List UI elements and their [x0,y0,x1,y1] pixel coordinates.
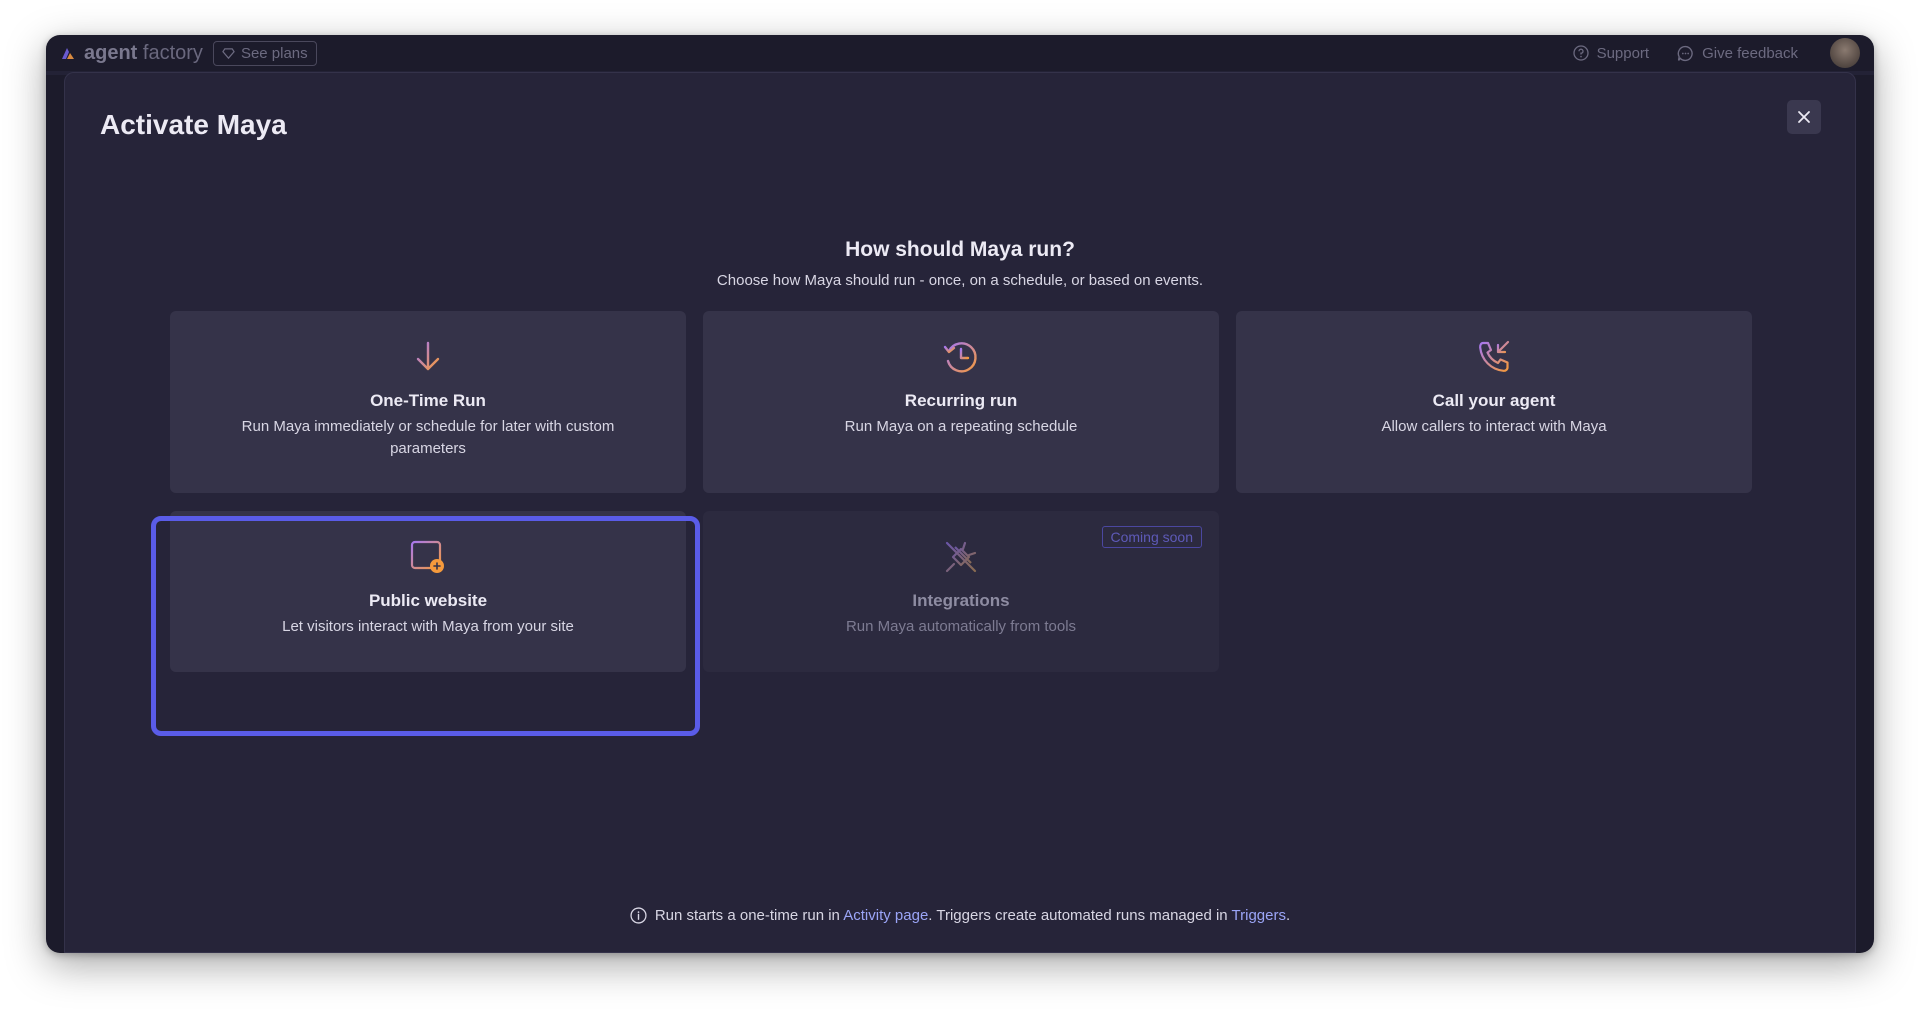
support-label: Support [1596,44,1650,62]
card-title: One-Time Run [370,391,486,410]
card-title: Recurring run [904,391,1018,410]
card-title: Call your agent [1432,391,1556,410]
brand[interactable]: agent factory [60,42,203,65]
activity-page-link[interactable]: Activity page [843,907,928,924]
website-browser-icon [410,540,444,573]
help-circle-icon [1572,45,1589,61]
footer-text-part1: Run starts a one-time run in [654,907,844,924]
card-public-website[interactable]: Public website Let visitors interact wit… [170,511,686,672]
card-title: Public website [368,591,488,610]
recurring-clock-icon [943,342,977,373]
run-question: How should Maya run? [845,238,1075,261]
diamond-icon [222,47,235,59]
support-link[interactable]: Support [1572,44,1650,62]
info-icon [630,907,647,924]
phone-incoming-icon [1479,340,1510,372]
plug-disconnected-icon [945,541,977,573]
close-icon [1798,111,1810,123]
card-description: Run Maya on a repeating schedule [844,418,1078,435]
give-feedback-label: Give feedback [1702,44,1798,62]
top-bar: agent factory See plans Support Give fee… [46,35,1874,71]
close-button[interactable] [1787,100,1821,134]
app-window: agent factory See plans Support Give fee… [46,35,1874,953]
see-plans-button[interactable]: See plans [212,40,317,66]
card-description: Let visitors interact with Maya from you… [282,618,574,635]
give-feedback-link[interactable]: Give feedback [1677,45,1798,62]
card-description: Run Maya immediately or schedule for lat… [241,418,615,457]
coming-soon-badge: Coming soon [1101,526,1202,548]
card-call-your-agent[interactable]: Call your agent Allow callers to interac… [1236,311,1752,493]
footer-text-part2: . Triggers create automated runs managed… [928,907,1232,924]
brand-name-bold: agent [84,41,138,64]
brand-logo-icon [62,48,74,59]
triggers-link[interactable]: Triggers [1232,907,1286,924]
avatar[interactable] [1830,38,1860,68]
modal-title: Activate Maya [100,109,287,140]
footer-text-part3: . [1286,907,1291,924]
arrow-down-icon [416,341,440,371]
brand-name: agent factory [84,42,203,65]
footer-note: Run starts a one-time run in Activity pa… [65,907,1855,924]
see-plans-label: See plans [240,44,308,62]
footer-text: Run starts a one-time run in Activity pa… [655,907,1290,924]
card-one-time-run[interactable]: One-Time Run Run Maya immediately or sch… [170,311,686,493]
run-subtitle: Choose how Maya should run - once, on a … [716,272,1204,289]
card-description: Run Maya automatically from tools [845,618,1077,635]
activate-modal: Activate Maya How should Maya run? Choos… [64,72,1856,953]
card-description: Allow callers to interact with Maya [1381,418,1607,435]
card-integrations: Coming soon Integrations Run Maya automa… [703,511,1219,672]
brand-name-light: factory [142,41,203,64]
feedback-bubble-icon [1677,45,1693,61]
card-title: Integrations [912,591,1010,610]
card-recurring-run[interactable]: Recurring run Run Maya on a repeating sc… [703,311,1219,493]
